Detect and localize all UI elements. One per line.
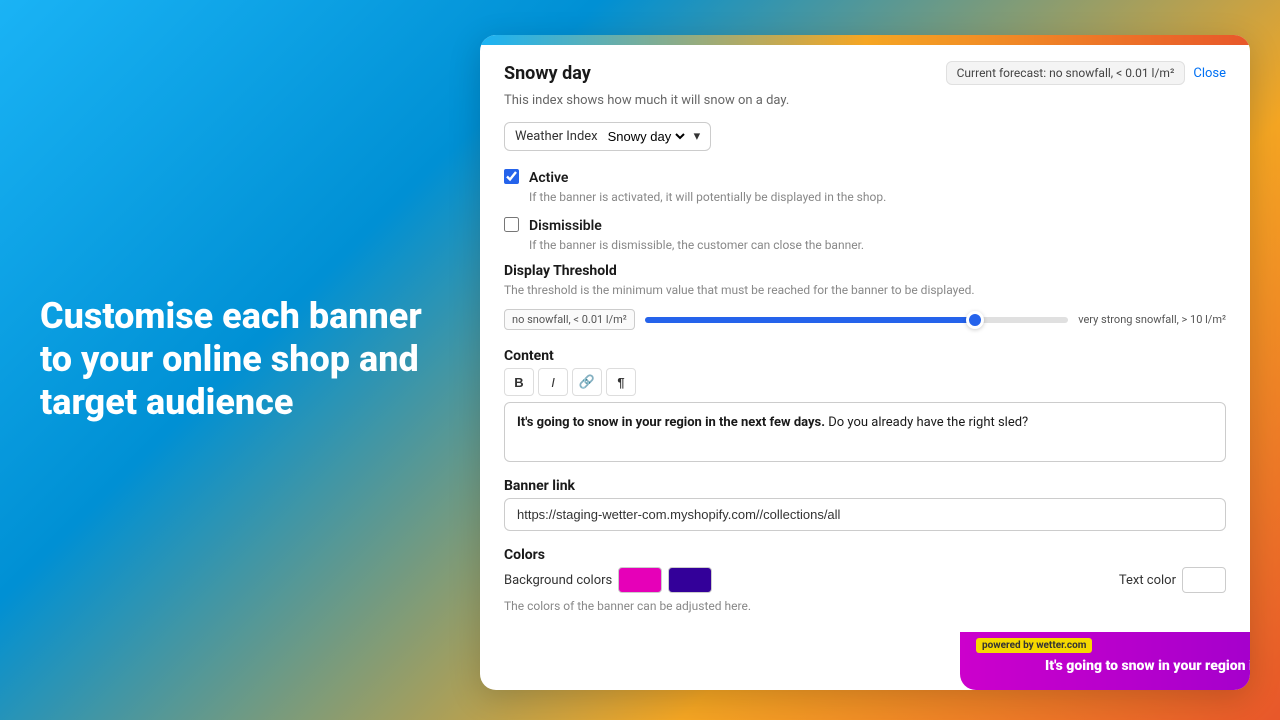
colors-row: Background colors Text color xyxy=(504,567,1226,593)
content-title: Content xyxy=(504,348,1226,364)
content-editor[interactable]: It's going to snow in your region in the… xyxy=(504,402,1226,462)
slider-fill xyxy=(645,317,975,323)
bg-color-1-swatch[interactable] xyxy=(618,567,662,593)
active-desc: If the banner is activated, it will pote… xyxy=(529,190,886,204)
banner-link-section: Banner link xyxy=(504,478,1226,531)
banner-preview: powered by wetter.com It's going to snow… xyxy=(960,632,1250,690)
weather-index-label: Weather Index xyxy=(515,129,598,144)
forecast-text: Current forecast: no snowfall, < 0.01 l/… xyxy=(957,66,1175,80)
panel-title: Snowy day xyxy=(504,63,591,84)
slider-label-right: very strong snowfall, > 10 l/m² xyxy=(1078,313,1226,326)
weather-index-select-wrapper[interactable]: Weather Index Snowy day ▾ xyxy=(504,122,711,151)
powered-by-badge: powered by wetter.com xyxy=(976,638,1092,653)
bold-button[interactable]: B xyxy=(504,368,534,396)
active-checkbox[interactable] xyxy=(504,169,519,184)
banner-link-input[interactable] xyxy=(504,498,1226,531)
colors-desc: The colors of the banner can be adjusted… xyxy=(504,599,1226,613)
link-button[interactable]: 🔗 xyxy=(572,368,602,396)
headline-text: Customise each banner to your online sho… xyxy=(40,295,422,423)
panel-content: Snowy day Current forecast: no snowfall,… xyxy=(480,45,1250,632)
banner-link-title: Banner link xyxy=(504,478,1226,494)
bg-color-2-swatch[interactable] xyxy=(668,567,712,593)
content-section: Content B I 🔗 ¶ It's going to snow in yo… xyxy=(504,348,1226,462)
forecast-badge: Current forecast: no snowfall, < 0.01 l/… xyxy=(946,61,1186,85)
display-threshold-section: Display Threshold The threshold is the m… xyxy=(504,263,1226,297)
paragraph-button[interactable]: ¶ xyxy=(606,368,636,396)
slider-label-left: no snowfall, < 0.01 l/m² xyxy=(504,309,635,330)
weather-index-select[interactable]: Snowy day xyxy=(604,128,688,145)
banner-preview-bold: It's going to snow in your region in the… xyxy=(1045,658,1250,674)
text-color-label: Text color xyxy=(1119,573,1176,588)
content-toolbar: B I 🔗 ¶ xyxy=(504,368,1226,396)
text-color-group: Text color xyxy=(1119,567,1226,593)
panel-header: Snowy day Current forecast: no snowfall,… xyxy=(504,61,1226,85)
slider-thumb[interactable] xyxy=(966,311,984,329)
dismissible-desc: If the banner is dismissible, the custom… xyxy=(529,238,864,252)
slider-track[interactable] xyxy=(645,317,1068,323)
dismissible-checkbox[interactable] xyxy=(504,217,519,232)
colors-section: Colors Background colors Text color The … xyxy=(504,547,1226,613)
panel-topbar xyxy=(480,35,1250,45)
background-colors-label: Background colors xyxy=(504,573,612,588)
content-bold-text: It's going to snow in your region in the… xyxy=(517,415,825,430)
active-checkbox-row: Active If the banner is activated, it wi… xyxy=(504,167,1226,205)
main-panel: Snowy day Current forecast: no snowfall,… xyxy=(480,35,1250,690)
display-threshold-title: Display Threshold xyxy=(504,263,1226,279)
left-headline: Customise each banner to your online sho… xyxy=(40,295,430,425)
chevron-down-icon: ▾ xyxy=(694,129,701,144)
content-regular-text: Do you already have the right sled? xyxy=(828,415,1028,430)
panel-subtitle: This index shows how much it will snow o… xyxy=(504,93,1226,108)
display-threshold-desc: The threshold is the minimum value that … xyxy=(504,283,1226,297)
active-label[interactable]: Active xyxy=(529,170,568,186)
slider-row: no snowfall, < 0.01 l/m² very strong sno… xyxy=(504,309,1226,330)
dismissible-checkbox-row: Dismissible If the banner is dismissible… xyxy=(504,215,1226,253)
colors-title: Colors xyxy=(504,547,1226,563)
italic-button[interactable]: I xyxy=(538,368,568,396)
close-button[interactable]: Close xyxy=(1193,66,1226,81)
background-colors-group: Background colors xyxy=(504,567,712,593)
dismissible-label[interactable]: Dismissible xyxy=(529,218,602,234)
text-color-swatch[interactable] xyxy=(1182,567,1226,593)
